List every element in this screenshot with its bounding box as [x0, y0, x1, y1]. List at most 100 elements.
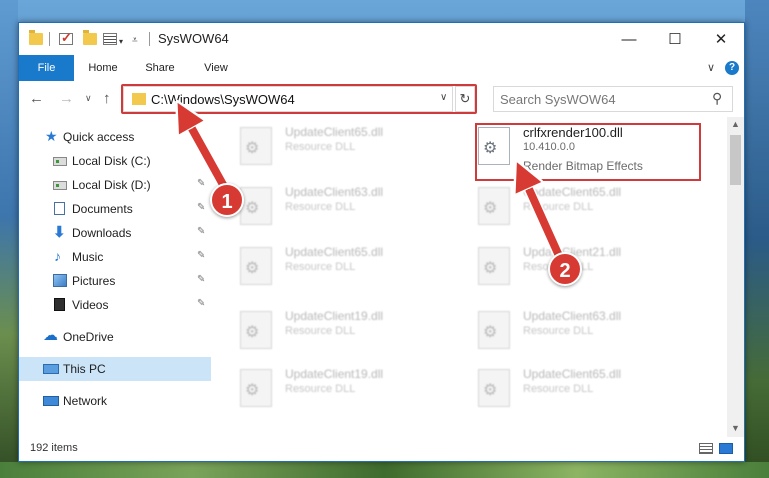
maximize-button[interactable]: ☐: [652, 23, 698, 55]
sidebar-item-label: OneDrive: [63, 330, 114, 344]
step-2-badge: 2: [548, 252, 582, 286]
file-name: UpdateClient65.dll: [523, 185, 622, 199]
desktop-background-left: [0, 0, 18, 478]
status-bar: 192 items: [19, 437, 744, 461]
scroll-down-icon[interactable]: ▼: [731, 423, 740, 433]
downloads-icon: ⬇: [53, 224, 66, 241]
large-icons-view-icon[interactable]: [719, 443, 733, 454]
search-placeholder[interactable]: Search SysWOW64: [500, 92, 616, 107]
scrollbar-thumb[interactable]: [730, 135, 741, 185]
expand-ribbon-icon[interactable]: ∨: [707, 61, 715, 74]
file-name: UpdateClient19.dll: [285, 367, 384, 381]
sidebar-item-onedrive[interactable]: ☁ OneDrive: [19, 325, 211, 349]
pin-icon[interactable]: ✎: [197, 226, 205, 237]
sidebar-item-this-pc[interactable]: This PC: [19, 357, 211, 381]
file-type: Resource DLL: [523, 325, 594, 337]
star-icon: ★: [45, 128, 58, 144]
sidebar-item-label: Quick access: [63, 130, 135, 144]
sidebar-item-label: Videos: [72, 298, 109, 312]
back-button[interactable]: ←: [29, 90, 44, 107]
pin-icon[interactable]: ✎: [197, 202, 205, 213]
sidebar-item-label: Downloads: [72, 226, 132, 240]
tab-home[interactable]: Home: [79, 55, 127, 81]
file-type: Resource DLL: [285, 201, 356, 213]
file-item[interactable]: UpdateClient65.dll Resource DLL: [449, 177, 679, 229]
scroll-up-icon[interactable]: ▲: [731, 119, 740, 129]
file-name: UpdateClient19.dll: [285, 309, 384, 323]
onedrive-icon: ☁: [43, 327, 58, 344]
toolbar-dropdown-icon[interactable]: ▾: [119, 37, 123, 46]
quick-access-menu-icon[interactable]: ⩡: [132, 35, 138, 46]
toolbar-separator: [49, 32, 50, 46]
dll-file-icon: [240, 127, 272, 165]
tab-view[interactable]: View: [195, 55, 237, 81]
pin-icon[interactable]: ✎: [197, 178, 205, 189]
file-type: Resource DLL: [523, 201, 594, 213]
sidebar-item-label: This PC: [63, 362, 106, 376]
sidebar-item-label: Network: [63, 394, 108, 408]
file-type: Resource DLL: [285, 325, 356, 337]
sidebar-item-local-disk-c[interactable]: Local Disk (C:): [19, 149, 211, 173]
ribbon-tabs: File Home Share View ∨ ?: [19, 55, 744, 107]
file-item[interactable]: UpdateClient19.dll Resource DLL: [211, 301, 441, 353]
sidebar-item-music[interactable]: ♪ Music ✎: [19, 245, 211, 269]
dll-file-icon: [240, 369, 272, 407]
pin-icon[interactable]: ✎: [197, 250, 205, 261]
file-type: Resource DLL: [285, 141, 356, 153]
tab-share[interactable]: Share: [137, 55, 183, 81]
file-item[interactable]: UpdateClient63.dll Resource DLL: [449, 301, 679, 353]
sidebar-item-label: Pictures: [72, 274, 116, 288]
details-view-icon[interactable]: [699, 443, 713, 454]
properties-check-icon[interactable]: [59, 30, 73, 46]
network-icon: [43, 396, 59, 406]
file-name: UpdateClient65.dll: [285, 125, 384, 139]
this-pc-icon: [43, 364, 59, 374]
forward-button[interactable]: →: [59, 90, 74, 107]
file-item[interactable]: UpdateClient65.dll Resource DLL: [449, 359, 679, 411]
recent-locations-button[interactable]: ∨: [85, 93, 92, 104]
navigation-bar: ← → ∨ ↑ C:\Windows\SysWOW64 ∨ ↻ Search S…: [19, 81, 744, 117]
disk-icon: [53, 157, 67, 166]
pin-icon[interactable]: ✎: [197, 298, 205, 309]
sidebar-item-local-disk-d[interactable]: Local Disk (D:) ✎: [19, 173, 211, 197]
sidebar-item-downloads[interactable]: ⬇ Downloads ✎: [19, 221, 211, 245]
dll-file-icon: [240, 187, 272, 225]
new-folder-icon[interactable]: [83, 30, 97, 45]
sidebar-item-pictures[interactable]: Pictures ✎: [19, 269, 211, 293]
dll-file-icon: [478, 311, 510, 349]
sidebar-item-label: Local Disk (C:): [72, 154, 151, 168]
file-item[interactable]: UpdateClient65.dll Resource DLL: [211, 117, 441, 169]
customize-toolbar-icon[interactable]: [103, 33, 117, 45]
refresh-button[interactable]: ↻: [455, 86, 475, 112]
sidebar-item-label: Documents: [72, 202, 133, 216]
file-name: UpdateClient63.dll: [285, 185, 384, 199]
search-box[interactable]: Search SysWOW64 ⚲: [493, 86, 733, 112]
sidebar-item-network[interactable]: Network: [19, 389, 211, 413]
file-name: UpdateClient65.dll: [285, 245, 384, 259]
minimize-button[interactable]: —: [606, 23, 652, 55]
desktop-background-bottom: [0, 462, 769, 478]
title-separator: [149, 32, 150, 46]
close-button[interactable]: ✕: [698, 23, 744, 55]
up-button[interactable]: ↑: [103, 90, 111, 107]
address-highlight-box: [121, 84, 477, 114]
title-bar: ▾ ⩡ SysWOW64 — ☐ ✕: [19, 23, 744, 55]
file-item[interactable]: UpdateClient63.dll Resource DLL: [211, 177, 441, 229]
file-name: UpdateClient63.dll: [523, 309, 622, 323]
disk-icon: [53, 181, 67, 190]
step-1-badge: 1: [210, 183, 244, 217]
file-item[interactable]: UpdateClient19.dll Resource DLL: [211, 359, 441, 411]
sidebar-item-quick-access[interactable]: ★ Quick access: [19, 125, 211, 149]
file-item[interactable]: UpdateClient65.dll Resource DLL: [211, 237, 441, 289]
dll-file-icon: [478, 369, 510, 407]
sidebar-item-videos[interactable]: Videos ✎: [19, 293, 211, 317]
help-icon[interactable]: ?: [725, 61, 739, 75]
dll-file-icon: [478, 247, 510, 285]
folder-icon[interactable]: [29, 30, 43, 45]
vertical-scrollbar[interactable]: ▲ ▼: [727, 117, 744, 437]
sidebar-item-documents[interactable]: Documents ✎: [19, 197, 211, 221]
desktop-background-right: [745, 0, 769, 478]
search-icon[interactable]: ⚲: [712, 90, 722, 107]
file-list: UpdateClient65.dll Resource DLL UpdateCl…: [211, 117, 731, 437]
pin-icon[interactable]: ✎: [197, 274, 205, 285]
